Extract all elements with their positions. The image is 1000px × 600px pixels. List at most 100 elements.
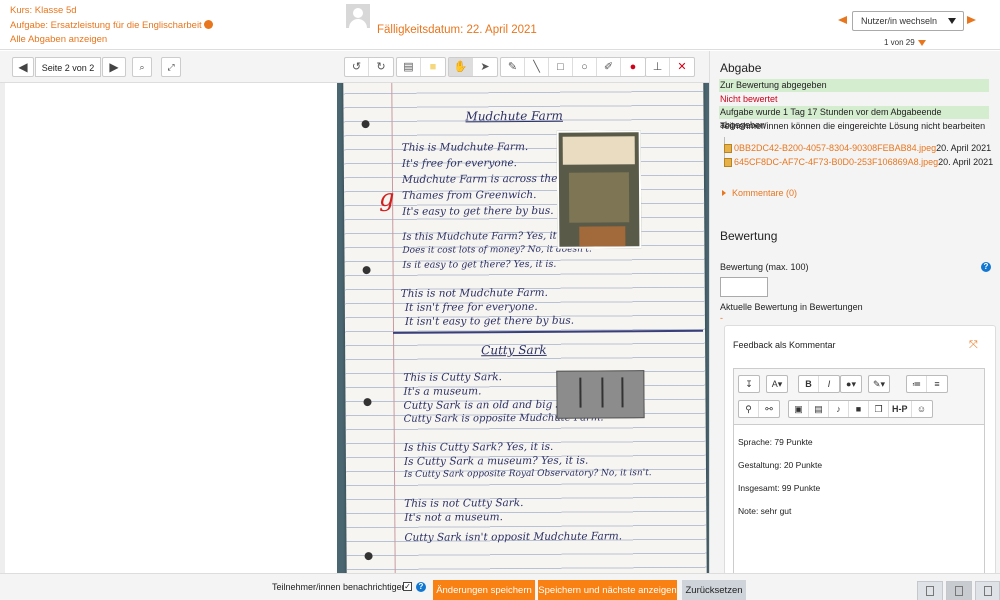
feedback-section: Feedback als Kommentar ⤧ ↧ A▾ BI ●▾ ✎▾ ≔… <box>724 325 996 578</box>
save-changes-button[interactable]: Änderungen speichern <box>433 580 535 600</box>
pointer-icon[interactable]: ➤ <box>473 58 497 76</box>
comments-toggle[interactable]: Kommentare (0) <box>722 188 797 198</box>
image-file-icon <box>724 158 732 167</box>
image-icon[interactable]: ▣ <box>789 401 809 417</box>
collapse-grade-panel-button[interactable] <box>917 581 943 600</box>
previous-page-button[interactable]: ◀ <box>12 57 34 77</box>
submitted-files: 0BB2DC42-B200-4057-8304-90308FEBAB84.jpe… <box>724 141 993 169</box>
page-select[interactable]: Seite 2 von 2 <box>35 57 101 77</box>
record-audio-icon[interactable]: ♪ <box>829 401 849 417</box>
user-select[interactable]: Nutzer/in wechseln <box>852 11 964 31</box>
save-and-next-button[interactable]: Speichern und nächste anzeigen <box>538 580 677 600</box>
emoticon-icon[interactable]: ☺ <box>912 401 932 417</box>
status-not-graded: Nicht bewertet <box>720 94 778 104</box>
submission-heading: Abgabe <box>720 61 762 75</box>
color-drop-icon[interactable]: ● <box>621 58 645 76</box>
h5p-icon[interactable]: H-P <box>889 401 912 417</box>
page-header: Kurs: Klasse 5d Aufgabe: Ersatzleistung … <box>0 0 1000 50</box>
color-swatch-icon[interactable]: ■ <box>421 58 445 76</box>
handwritten-page: Mudchute Farm This is Mudchute Farm. It'… <box>343 83 707 573</box>
select-group: ✋ ➤ <box>448 57 498 77</box>
pen-icon[interactable]: ✎ <box>501 58 525 76</box>
next-page-button[interactable]: ▶ <box>102 57 126 77</box>
image-file-icon <box>724 144 732 153</box>
help-icon[interactable]: ? <box>416 582 426 592</box>
file-link[interactable]: 0BB2DC42-B200-4057-8304-90308FEBAB84.jpe… <box>734 143 936 153</box>
all-submissions-link[interactable]: Alle Abgaben anzeigen <box>10 34 107 45</box>
previous-user-icon[interactable] <box>838 16 847 24</box>
chevron-down-icon <box>948 18 956 24</box>
filter-icon[interactable] <box>917 40 926 46</box>
default-layout-button[interactable] <box>946 581 972 600</box>
chevron-right-icon <box>722 190 726 196</box>
help-icon[interactable]: ? <box>981 262 991 272</box>
notify-checkbox[interactable]: ✓ <box>403 582 412 591</box>
line-icon[interactable]: ╲ <box>525 58 549 76</box>
rotate-left-icon[interactable]: ↺ <box>345 58 369 76</box>
bold-icon[interactable]: B <box>799 376 819 392</box>
text-color-icon[interactable]: ●▾ <box>841 376 861 392</box>
file-date: 20. April 2021 <box>938 157 994 167</box>
unlink-icon[interactable]: ⚯ <box>759 401 779 417</box>
edit-note: Teilnehmer/innen können die eingereichte… <box>720 121 986 131</box>
user-count: 1 von 29 <box>884 38 926 47</box>
rotate-group: ↺ ↻ <box>344 57 394 77</box>
annotation-toolbar: ◀ Seite 2 von 2 ▶ ⌕ ⤢ ↺ ↻ ▤ ■ ✋ ➤ ✎ ╲ □ ○ ✐ ● ⊥ ✕ <box>0 51 709 83</box>
hand-icon[interactable]: ✋ <box>449 58 473 76</box>
manage-files-icon[interactable]: ❐ <box>869 401 889 417</box>
link-icon[interactable]: ⚲ <box>739 401 759 417</box>
file-link[interactable]: 645CF8DC-AF7C-4F73-B0D0-253F106869A8.jpe… <box>734 157 938 167</box>
status-submitted: Zur Bewertung abgegeben <box>719 79 989 92</box>
feedback-title: Feedback als Kommentar <box>733 340 836 350</box>
draw-group: ✎ ╲ □ ○ ✐ ● <box>500 57 646 77</box>
section-title: Cutty Sark <box>481 342 547 358</box>
oval-icon[interactable]: ○ <box>573 58 597 76</box>
farm-photo <box>556 130 642 249</box>
file-row: 0BB2DC42-B200-4057-8304-90308FEBAB84.jpe… <box>724 141 993 155</box>
rectangle-icon[interactable]: □ <box>549 58 573 76</box>
ship-photo <box>556 370 645 419</box>
expand-comments-button[interactable]: ⤢ <box>161 57 181 77</box>
search-icon: ⌕ <box>139 62 145 72</box>
gear-icon[interactable] <box>203 19 213 29</box>
document-viewer[interactable]: Mudchute Farm This is Mudchute Farm. It'… <box>0 83 715 573</box>
unordered-list-icon[interactable]: ≔ <box>907 376 927 392</box>
feedback-editor[interactable]: ↧ A▾ BI ●▾ ✎▾ ≔ ≡ ⚲ ⚯ ▣ ▤ ♪ ■ ❐ H-P ☺ Sprache: 7… <box>733 368 985 578</box>
record-video-icon[interactable]: ■ <box>849 401 869 417</box>
reset-button[interactable]: Zurücksetzen <box>682 580 746 600</box>
layout-right-icon <box>984 586 992 596</box>
italic-icon[interactable]: I <box>819 376 839 392</box>
close-icon[interactable]: ✕ <box>670 58 694 76</box>
layout-center-icon <box>955 586 963 596</box>
stamp-group: ⊥ ✕ <box>645 57 695 77</box>
teacher-mark: g <box>378 183 395 213</box>
user-avatar <box>346 4 370 28</box>
comment-group: ▤ ■ <box>396 57 446 77</box>
user-select-value: Nutzer/in wechseln <box>861 16 938 26</box>
grading-panel: Abgabe Zur Bewertung abgegeben Nicht bew… <box>709 51 1000 578</box>
due-date: Fälligkeitsdatum: 22. April 2021 <box>377 24 537 36</box>
background-color-icon[interactable]: ✎▾ <box>869 376 889 392</box>
show-more-icon[interactable]: ↧ <box>739 376 759 392</box>
media-icon[interactable]: ▤ <box>809 401 829 417</box>
header-links: Kurs: Klasse 5d Aufgabe: Ersatzleistung … <box>10 4 213 48</box>
course-link[interactable]: Kurs: Klasse 5d <box>10 5 77 16</box>
next-user-icon[interactable] <box>967 16 976 24</box>
highlighter-icon[interactable]: ✐ <box>597 58 621 76</box>
ordered-list-icon[interactable]: ≡ <box>927 376 947 392</box>
search-comments-button[interactable]: ⌕ <box>132 57 152 77</box>
grade-label: Bewertung (max. 100) <box>720 262 809 272</box>
layout-left-icon <box>926 586 934 596</box>
paragraph-style-icon[interactable]: A▾ <box>767 376 787 392</box>
file-row: 645CF8DC-AF7C-4F73-B0D0-253F106869A8.jpe… <box>724 155 993 169</box>
stamp-icon[interactable]: ⊥ <box>646 58 670 76</box>
collapse-review-panel-button[interactable] <box>975 581 1000 600</box>
rotate-right-icon[interactable]: ↻ <box>369 58 393 76</box>
grade-input[interactable] <box>720 277 768 297</box>
submission-image: Mudchute Farm This is Mudchute Farm. It'… <box>337 83 715 573</box>
assignment-link[interactable]: Aufgabe: Ersatzleistung für die Englisch… <box>10 20 202 31</box>
feedback-text[interactable]: Sprache: 79 Punkte Gestaltung: 20 Punkte… <box>738 431 822 523</box>
fullscreen-icon[interactable]: ⤧ <box>969 340 979 351</box>
notify-label: Teilnehmer/innen benachrichtigen <box>272 582 407 592</box>
comment-icon[interactable]: ▤ <box>397 58 421 76</box>
